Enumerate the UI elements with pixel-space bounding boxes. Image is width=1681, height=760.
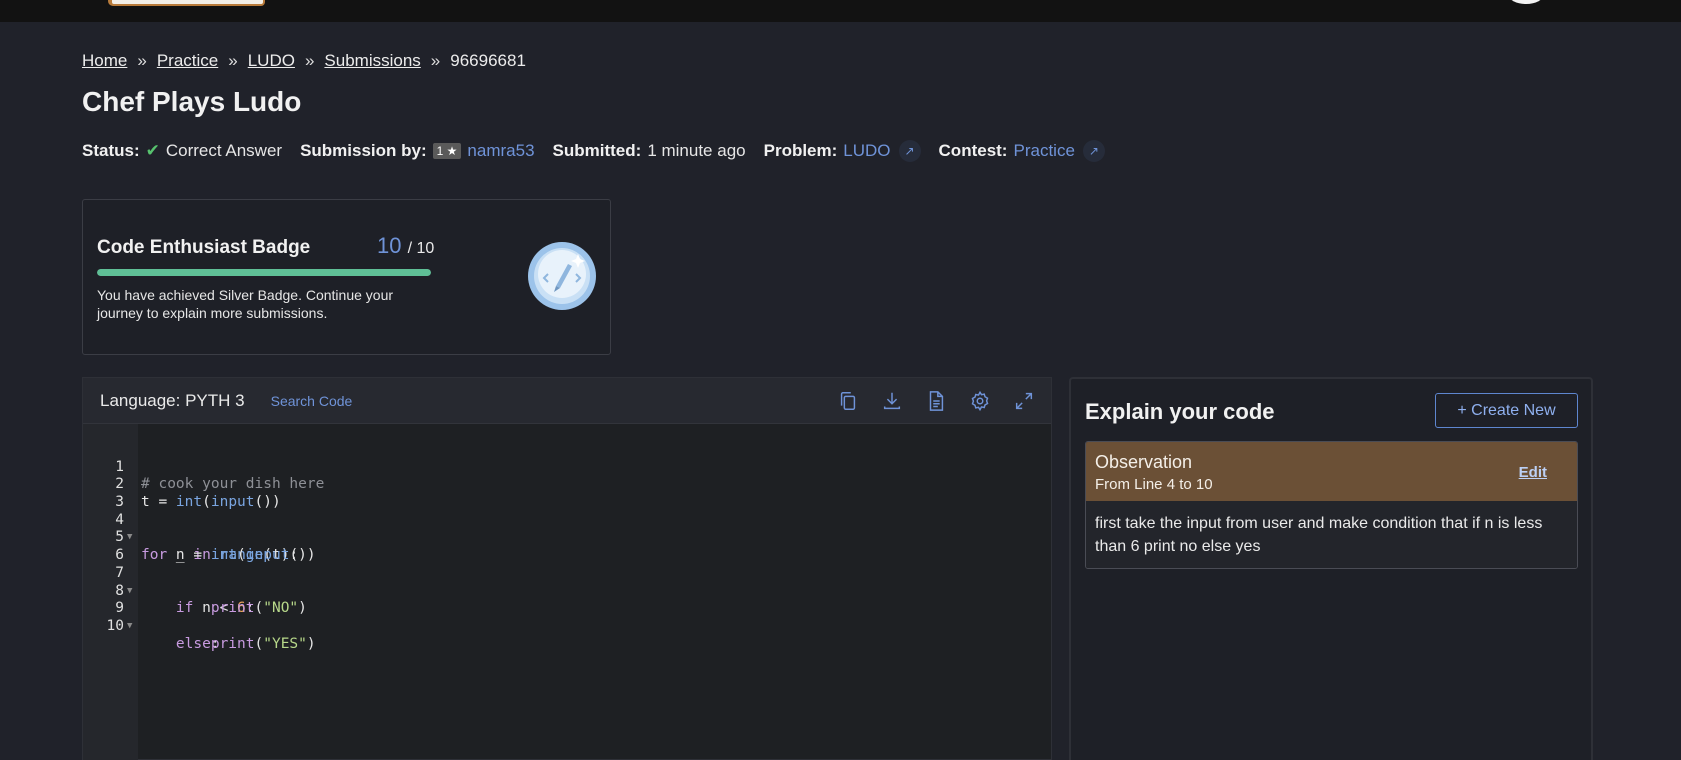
observation-card: Observation From Line 4 to 10 Edit first… <box>1085 441 1578 569</box>
rating-badge: 1 ★ <box>432 143 462 159</box>
code-line: 3 <box>83 476 1051 510</box>
breadcrumb-ludo[interactable]: LUDO <box>248 51 295 71</box>
observation-edit-link[interactable]: Edit <box>1519 464 1547 481</box>
file-icon[interactable] <box>923 388 949 414</box>
contest-link[interactable]: Practice <box>1013 141 1074 161</box>
submission-by-label: Submission by: <box>300 141 427 160</box>
line-number: 10 <box>106 617 124 634</box>
code-line: 5 n = int(input()) <box>83 512 1051 563</box>
breadcrumb-separator: » <box>137 51 147 70</box>
status-label: Status: <box>82 141 140 160</box>
fullscreen-icon[interactable] <box>1011 388 1037 414</box>
explain-panel: Explain your code + Create New Observati… <box>1069 377 1593 760</box>
badge-progress-bar <box>97 269 431 276</box>
editor-tools <box>817 388 1037 414</box>
badge-title: Code Enthusiast Badge <box>97 237 311 258</box>
problem-group: Problem: LUDO ↗ <box>764 140 921 162</box>
settings-icon[interactable] <box>967 388 993 414</box>
code-line: 7 ▼ if n < 6: <box>83 547 1051 616</box>
create-new-button[interactable]: + Create New <box>1435 393 1578 428</box>
code-line: 6 <box>83 529 1051 563</box>
code-line: 9 ▼ else: <box>83 583 1051 651</box>
breadcrumb-separator: » <box>430 51 441 70</box>
code-line: 10 print("YES") <box>83 600 1051 652</box>
badge-score-value: 10 <box>377 233 402 258</box>
top-navbar <box>0 0 1681 22</box>
badge-description: You have achieved Silver Badge. Continue… <box>97 287 394 321</box>
code-line: 4 ▼ for _ in range(t): <box>83 494 1051 563</box>
code-area[interactable]: 1 # cook your dish here 2 t = int(input(… <box>83 424 1051 760</box>
check-icon: ✔ <box>145 141 160 160</box>
code-lines: 1 # cook your dish here 2 t = int(input(… <box>83 441 1051 652</box>
search-code-link[interactable]: Search Code <box>271 393 353 409</box>
breadcrumb-current: 96696681 <box>450 51 526 70</box>
submitter-group: Submission by: 1 ★ namra53 <box>300 141 534 161</box>
language-label: Language: PYTH 3 <box>100 390 245 410</box>
submission-meta: Status: ✔ Correct Answer Submission by: … <box>82 140 1123 162</box>
status-value: Correct Answer <box>165 141 283 160</box>
breadcrumb-separator: » <box>228 51 238 70</box>
silver-badge-icon <box>528 242 596 310</box>
site-logo[interactable] <box>110 0 265 6</box>
badge-score-total: / 10 <box>407 240 435 257</box>
code-text: print("YES") <box>210 635 316 652</box>
badge-score: 10 / 10 <box>377 233 434 259</box>
observation-header: Observation From Line 4 to 10 Edit <box>1086 442 1577 501</box>
submitted-label: Submitted: <box>552 141 642 160</box>
submitted-value: 1 minute ago <box>647 141 746 160</box>
badge-card: Code Enthusiast Badge 10 / 10 You have a… <box>82 199 611 355</box>
code-line: 8 print("NO") <box>83 565 1051 617</box>
observation-title: Observation <box>1095 452 1193 472</box>
breadcrumb-practice[interactable]: Practice <box>157 51 218 71</box>
contest-label: Contest: <box>938 141 1008 160</box>
editor-toolbar: Language: PYTH 3 Search Code <box>83 378 1051 424</box>
explain-title: Explain your code <box>1085 399 1275 424</box>
user-avatar[interactable] <box>1508 0 1544 4</box>
download-icon[interactable] <box>879 388 905 414</box>
code-line: 2 t = int(input()) <box>83 459 1051 510</box>
breadcrumb: Home » Practice » LUDO » Submissions » 9… <box>82 51 526 71</box>
external-link-icon[interactable]: ↗ <box>1082 140 1105 162</box>
observation-range: From Line 4 to 10 <box>1095 476 1213 493</box>
breadcrumb-separator: » <box>304 51 315 70</box>
breadcrumb-home[interactable]: Home <box>82 51 127 71</box>
problem-link[interactable]: LUDO <box>843 141 890 161</box>
status-group: Status: ✔ Correct Answer <box>82 141 282 161</box>
observation-body: first take the input from user and make … <box>1086 501 1577 568</box>
contest-group: Contest: Practice ↗ <box>939 140 1105 162</box>
code-line: 1 # cook your dish here <box>83 441 1051 493</box>
badge-progress-fill <box>97 269 431 276</box>
external-link-icon[interactable]: ↗ <box>898 140 921 162</box>
breadcrumb-submissions[interactable]: Submissions <box>324 51 420 71</box>
page-title: Chef Plays Ludo <box>82 86 302 117</box>
code-editor: Language: PYTH 3 Search Code 1 # cook yo… <box>82 377 1052 760</box>
user-link[interactable]: namra53 <box>467 141 534 161</box>
submitted-group: Submitted: 1 minute ago <box>553 141 746 161</box>
problem-label: Problem: <box>763 141 838 160</box>
copy-icon[interactable] <box>835 388 861 414</box>
